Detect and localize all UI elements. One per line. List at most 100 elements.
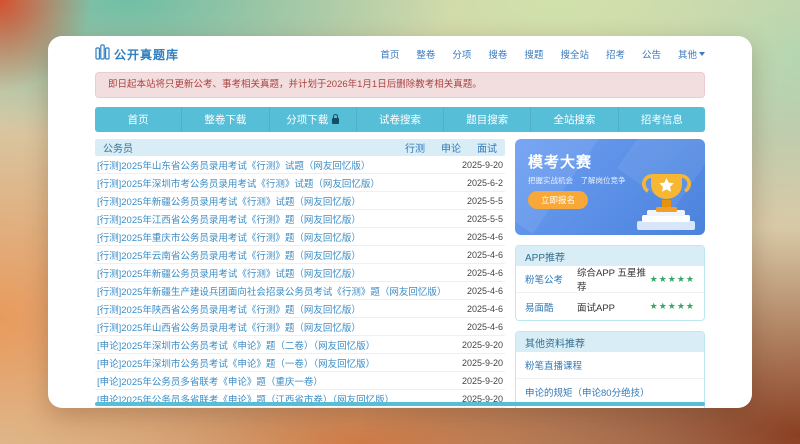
top-nav-item-招考[interactable]: 招考 (606, 47, 625, 61)
app-name-link[interactable]: 易面酷 (525, 300, 577, 314)
main-nav-item-全站搜索[interactable]: 全站搜索 (531, 107, 619, 132)
paper-date: 2025-4-6 (466, 249, 503, 260)
main-nav-label: 分项下载 (286, 114, 329, 126)
top-nav-item-分项[interactable]: 分项 (452, 47, 471, 61)
paper-date: 2025-9-20 (461, 375, 503, 386)
table-row: [行测]2025年深圳市考公务员录用考试《行测》试题（网友回忆版） 2025-6-… (95, 174, 505, 192)
table-row: [行测]2025年陕西省公务员录用考试《行测》题（网友回忆版） 2025-4-6 (95, 300, 505, 318)
filter-link-面试[interactable]: 面试 (477, 140, 497, 155)
paper-date: 2025-9-20 (461, 357, 503, 368)
app-row: 易面酷 面试APP ★★★★★ (516, 293, 704, 320)
paper-list-column: 公务员 行测 申论 面试 [行测]2025年山东省公务员录用考试《行测》试题（网友回… (95, 139, 505, 408)
paper-date: 2025-5-5 (466, 213, 503, 224)
mock-exam-banner[interactable]: 模考大赛 把握实战机会 了解岗位竞争 立即报名 (515, 139, 705, 235)
paper-date: 2025-4-6 (466, 321, 503, 332)
paper-title-link[interactable]: [行测]2025年陕西省公务员录用考试《行测》题（网友回忆版） (97, 302, 459, 316)
resource-link[interactable]: 粉笔直播课程 (516, 352, 704, 378)
table-row: [行测]2025年山西省公务员录用考试《行测》题（网友回忆版） 2025-4-6 (95, 318, 505, 336)
paper-date: 2025-6-2 (466, 177, 503, 188)
category-title: 公务员 (103, 144, 133, 155)
main-nav-label: 题目搜索 (466, 114, 509, 126)
table-row: [申论]2025年深圳市公务员考试《申论》题（一卷）（网友回忆版） 2025-9-… (95, 354, 505, 372)
site-card: 公开真题库 首页 整卷 分项 搜卷 搜题 搜全站 招考 公告 其他 即日起本站将只更新公考、事考… (48, 36, 752, 408)
paper-title-link[interactable]: [申论]2025年公务员多省联考《申论》题（重庆一卷） (97, 374, 454, 388)
top-nav-item-整卷[interactable]: 整卷 (416, 47, 435, 61)
app-list: 粉笔公考 综合APP 五星推荐 ★★★★★ 易面酷 面试APP ★★★★★ (516, 266, 704, 320)
logo-books-icon (95, 43, 110, 65)
main-nav-item-分项下载[interactable]: 分项下载 (270, 107, 357, 132)
main-area: 公务员 行测 申论 面试 [行测]2025年山东省公务员录用考试《行测》试题（网友回… (95, 139, 705, 408)
main-nav-label: 首页 (127, 114, 149, 126)
rating-stars-icon: ★★★★★ (649, 301, 695, 311)
main-nav-item-招考信息[interactable]: 招考信息 (619, 107, 705, 132)
paper-title-link[interactable]: [申论]2025年深圳市公务员考试《申论》题（一卷）（网友回忆版） (97, 356, 454, 370)
main-nav-label: 招考信息 (640, 114, 683, 126)
banner-subtitle: 把握实战机会 了解岗位竞争 (528, 176, 626, 185)
table-row: [申论]2025年公务员多省联考《申论》题（重庆一卷） 2025-9-20 (95, 372, 505, 390)
paper-date: 2025-9-20 (461, 159, 503, 170)
paper-date: 2025-5-5 (466, 195, 503, 206)
filter-link-申论[interactable]: 申论 (441, 140, 461, 155)
table-row: [行测]2025年新疆公务员录用考试《行测》试题（网友回忆版） 2025-4-6 (95, 264, 505, 282)
app-row: 粉笔公考 综合APP 五星推荐 ★★★★★ (516, 266, 704, 293)
paper-title-link[interactable]: [行测]2025年云南省公务员录用考试《行测》题（网友回忆版） (97, 248, 459, 262)
category-header: 公务员 行测 申论 面试 (95, 139, 505, 156)
main-nav-item-整卷下载[interactable]: 整卷下载 (182, 107, 270, 132)
filter-link-行测[interactable]: 行测 (405, 140, 425, 155)
site-title: 公开真题库 (114, 47, 180, 62)
paper-title-link[interactable]: [行测]2025年深圳市考公务员录用考试《行测》试题（网友回忆版） (97, 176, 459, 190)
banner-title: 模考大赛 (528, 154, 593, 171)
resource-list: 粉笔直播课程申论的规矩（申论80分绝技）阿虚同学的储物间医考题库小程序 (516, 352, 704, 408)
table-row: [行测]2025年云南省公务员录用考试《行测》题（网友回忆版） 2025-4-6 (95, 246, 505, 264)
app-panel-title: APP推荐 (516, 246, 704, 266)
paper-title-link[interactable]: [行测]2025年重庆市公务员录用考试《行测》题（网友回忆版） (97, 230, 459, 244)
main-nav-label: 整卷下载 (204, 114, 247, 126)
paper-title-link[interactable]: [行测]2025年新疆公务员录用考试《行测》试题（网友回忆版） (97, 194, 459, 208)
resource-link[interactable]: 阿虚同学的储物间 (516, 406, 704, 408)
main-nav-label: 全站搜索 (553, 114, 596, 126)
main-nav: 首页 整卷下载 分项下载 试卷搜索 题目搜索 全站搜索 招考信息 (95, 107, 705, 132)
app-desc: 综合APP 五星推荐 (577, 268, 646, 293)
main-nav-item-首页[interactable]: 首页 (95, 107, 183, 132)
table-row: [行测]2025年新疆生产建设兵团面向社会招录公务员考试《行测》题（网友回忆版）… (95, 282, 505, 300)
table-row: [行测]2025年新疆公务员录用考试《行测》试题（网友回忆版） 2025-5-5 (95, 192, 505, 210)
paper-date: 2025-4-6 (466, 231, 503, 242)
chevron-down-icon (699, 52, 705, 56)
top-nav-item-搜全站[interactable]: 搜全站 (560, 47, 589, 61)
site-notice: 即日起本站将只更新公考、事考相关真题，并计划于2026年1月1日后删除教考相关真… (95, 72, 705, 98)
paper-title-link[interactable]: [行测]2025年山东省公务员录用考试《行测》试题（网友回忆版） (97, 158, 454, 172)
paper-title-link[interactable]: [行测]2025年新疆生产建设兵团面向社会招录公务员考试《行测》题（网友回忆版） (97, 284, 459, 298)
table-row: [申论]2025年深圳市公务员考试《申论》题（二卷）（网友回忆版） 2025-9-… (95, 336, 505, 354)
table-row: [行测]2025年重庆市公务员录用考试《行测》题（网友回忆版） 2025-4-6 (95, 228, 505, 246)
top-nav-item-首页[interactable]: 首页 (380, 47, 399, 61)
lock-icon (332, 114, 340, 124)
app-name-link[interactable]: 粉笔公考 (525, 272, 577, 286)
list-item: 阿虚同学的储物间 (516, 406, 704, 408)
sidebar: 模考大赛 把握实战机会 了解岗位竞争 立即报名 APP推荐 粉笔公考 综合APP… (515, 139, 705, 408)
footer-strip (95, 402, 705, 406)
header: 公开真题库 首页 整卷 分项 搜卷 搜题 搜全站 招考 公告 其他 (95, 42, 705, 66)
banner-signup-button[interactable]: 立即报名 (528, 191, 589, 209)
paper-date: 2025-9-20 (461, 339, 503, 350)
top-nav: 首页 整卷 分项 搜卷 搜题 搜全站 招考 公告 其他 (380, 47, 705, 61)
paper-date: 2025-4-6 (466, 285, 503, 296)
rating-stars-icon: ★★★★★ (649, 273, 695, 284)
paper-title-link[interactable]: [行测]2025年山西省公务员录用考试《行测》题（网友回忆版） (97, 320, 459, 334)
top-nav-item-搜题[interactable]: 搜题 (524, 47, 543, 61)
site-logo[interactable]: 公开真题库 (95, 43, 180, 65)
paper-title-link[interactable]: [行测]2025年江西省公务员录用考试《行测》题（网友回忆版） (97, 212, 459, 226)
paper-title-link[interactable]: [行测]2025年新疆公务员录用考试《行测》试题（网友回忆版） (97, 266, 459, 280)
paper-title-link[interactable]: [申论]2025年深圳市公务员考试《申论》题（二卷）（网友回忆版） (97, 338, 454, 352)
category-filters: 行测 申论 面试 (405, 140, 497, 155)
app-desc: 面试APP (577, 302, 616, 314)
main-nav-item-题目搜索[interactable]: 题目搜索 (444, 107, 532, 132)
top-nav-item-其他[interactable]: 其他 (678, 47, 705, 61)
paper-date: 2025-4-6 (466, 267, 503, 278)
top-nav-item-公告[interactable]: 公告 (642, 47, 661, 61)
main-nav-item-试卷搜索[interactable]: 试卷搜索 (357, 107, 445, 132)
list-item: 粉笔直播课程 (516, 352, 704, 379)
top-nav-item-搜卷[interactable]: 搜卷 (488, 47, 507, 61)
paper-date: 2025-4-6 (466, 303, 503, 314)
resources-panel: 其他资料推荐 粉笔直播课程申论的规矩（申论80分绝技）阿虚同学的储物间医考题库小… (515, 331, 705, 408)
table-row: [行测]2025年山东省公务员录用考试《行测》试题（网友回忆版） 2025-9-2… (95, 156, 505, 174)
